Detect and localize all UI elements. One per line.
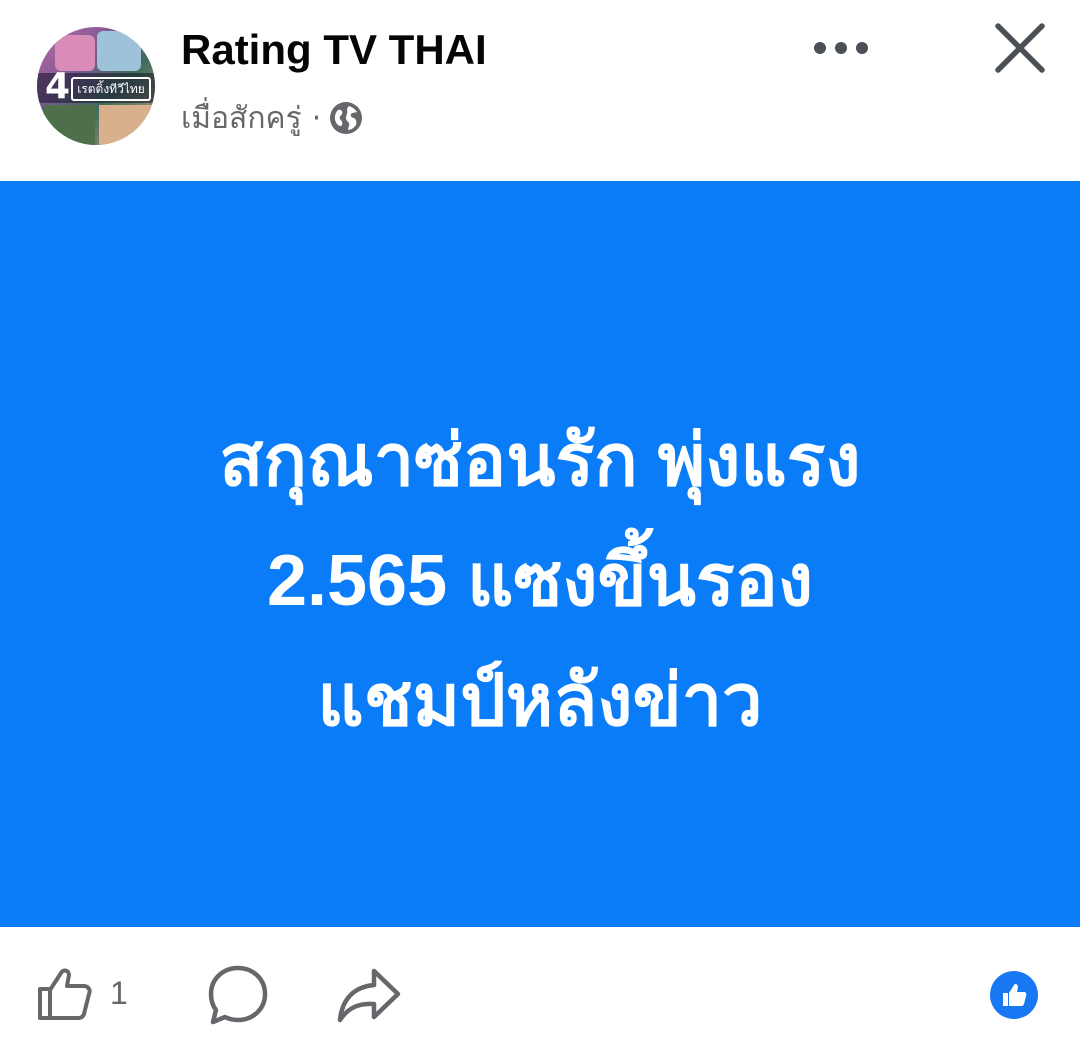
post-header: 4 เรตติ้งทีวีไทย Rating TV THAI เมื่อสัก… [0,0,1080,181]
avatar-number: 4 [45,66,71,107]
meta-separator: · [311,100,322,136]
comment-button[interactable] [206,963,270,1027]
more-horizontal-icon [814,42,868,54]
post-meta: เมื่อสักครู่ · [181,96,363,140]
post-text: สกุณาซ่อนรัก พุ่งแรง 2.565 แซงขึ้นรอง แช… [40,401,1040,761]
avatar-image-part [97,31,141,71]
avatar-image-part [99,105,155,145]
post-text-line: สกุณาซ่อนรัก พุ่งแรง [219,421,861,501]
comment-icon [208,965,268,1025]
post-text-line: แชมป์หลังข่าว [317,661,763,741]
post-actions-bar: 1 [0,927,1080,1048]
facebook-post: 4 เรตติ้งทีวีไทย Rating TV THAI เมื่อสัก… [0,0,1080,1048]
post-timestamp[interactable]: เมื่อสักครู่ [181,95,302,142]
close-icon [995,23,1045,73]
avatar-image-part [43,105,95,145]
avatar-tag: เรตติ้งทีวีไทย [71,77,151,101]
like-count: 1 [110,974,128,1011]
post-text-line: 2.565 แซงขึ้นรอง [266,541,814,621]
like-reaction-icon[interactable] [990,971,1038,1019]
page-name-link[interactable]: Rating TV THAI [181,24,487,76]
more-options-button[interactable] [806,26,876,70]
post-text-card[interactable]: สกุณาซ่อนรัก พุ่งแรง 2.565 แซงขึ้นรอง แช… [0,181,1080,927]
thumbs-up-icon [38,968,92,1020]
share-button[interactable] [336,963,402,1027]
close-button[interactable] [990,18,1050,78]
page-avatar[interactable]: 4 เรตติ้งทีวีไทย [37,27,155,145]
share-icon [337,968,401,1023]
like-button[interactable]: 1 [34,963,128,1023]
globe-icon[interactable] [329,101,363,135]
